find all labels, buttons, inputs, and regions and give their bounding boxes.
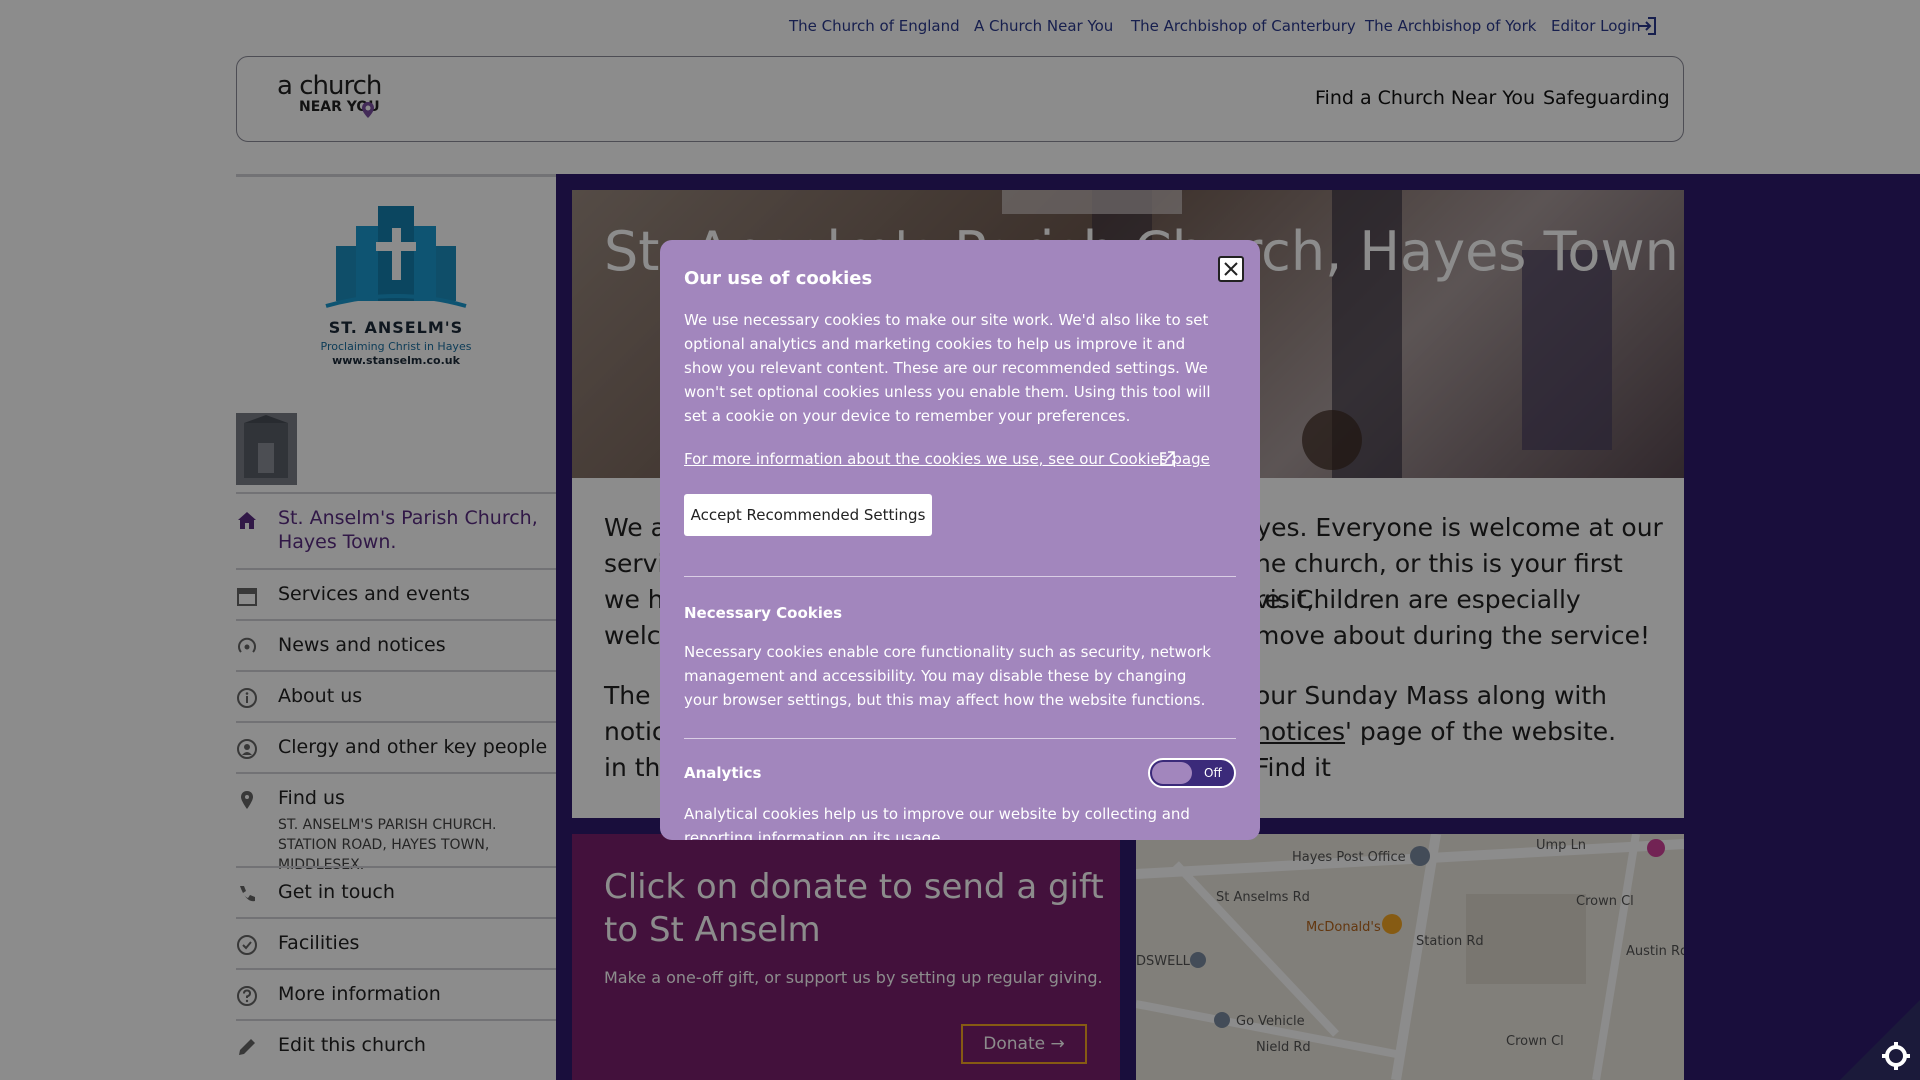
toggle-knob — [1152, 762, 1192, 784]
divider — [684, 738, 1236, 739]
toggle-state: Off — [1204, 766, 1222, 780]
close-button[interactable] — [1218, 256, 1244, 282]
cookie-settings-button[interactable] — [1840, 1000, 1920, 1080]
analytics-desc: Analytical cookies help us to improve ou… — [684, 805, 1190, 840]
cookie-dialog: Our use of cookies We use necessary cook… — [660, 240, 1260, 840]
cookie-dialog-title: Our use of cookies — [684, 268, 873, 289]
analytics-toggle[interactable]: Off — [1148, 758, 1236, 788]
cookie-dialog-body: We use necessary cookies to make our sit… — [684, 311, 1211, 425]
external-link-icon — [1160, 451, 1175, 466]
cookies-page-link[interactable]: For more information about the cookies w… — [684, 450, 1210, 468]
divider — [684, 576, 1236, 577]
necessary-cookies-desc: Necessary cookies enable core functional… — [684, 643, 1211, 709]
necessary-cookies-title: Necessary Cookies — [684, 604, 843, 622]
analytics-title: Analytics — [684, 764, 762, 782]
accept-recommended-button[interactable]: Accept Recommended Settings — [684, 494, 932, 536]
close-icon — [1224, 262, 1238, 276]
